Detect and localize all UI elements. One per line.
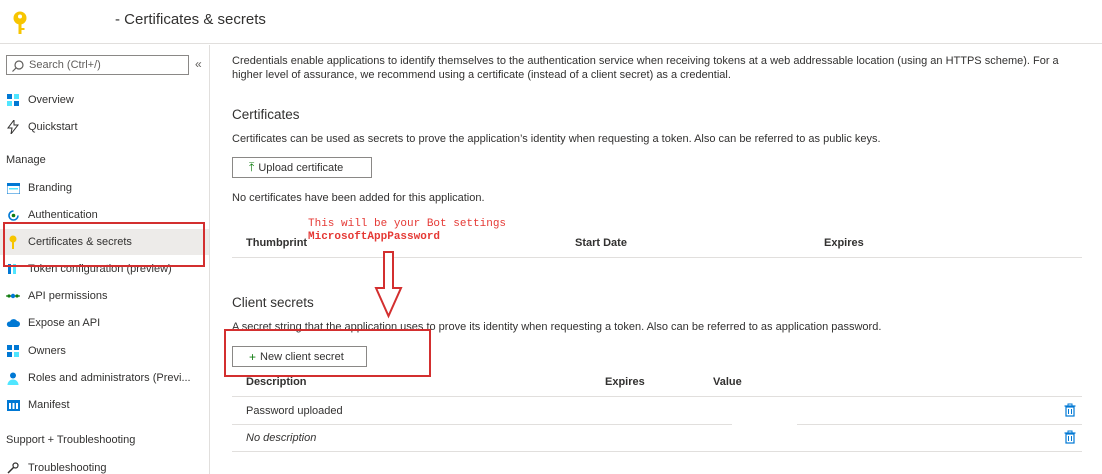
sidebar-item-label: Manifest [28,399,70,411]
certificates-empty-text: No certificates have been added for this… [232,192,485,204]
collapse-sidebar-button[interactable]: « [195,57,202,71]
certificates-heading: Certificates [232,107,300,122]
column-header-expires[interactable]: Expires [824,237,864,249]
support-section-header: Support + Troubleshooting [6,434,136,446]
manage-section-header: Manage [6,154,46,166]
annotation-line-1: This will be your Bot settings [308,218,507,230]
secret-row-description: No description [246,432,317,444]
annotation-highlight-new-secret [224,329,431,377]
annotation-arrow-icon [374,251,403,319]
certificates-description: Certificates can be used as secrets to p… [232,133,881,145]
upload-certificate-label: Upload certificate [258,161,344,174]
cloud-icon [6,316,20,330]
sidebar-item-roles-administrators[interactable]: Roles and administrators (Previ... [0,365,209,391]
wrench-icon [6,461,20,474]
secrets-table-divider [232,396,1082,397]
branding-icon [6,181,20,195]
delete-secret-icon[interactable] [1063,430,1077,444]
sidebar-item-troubleshooting[interactable]: Troubleshooting [0,455,209,474]
column-header-thumbprint[interactable]: Thumbprint [246,237,307,249]
sidebar-item-quickstart[interactable]: Quickstart [0,114,209,140]
page-header: - Certificates & secrets [0,0,1102,44]
sidebar-item-label: Branding [28,182,73,194]
column-header-start-date[interactable]: Start Date [575,237,627,249]
annotation-text: This will be your Bot settings Microsoft… [308,218,506,244]
upload-icon: ⤒ [249,160,255,174]
intro-text: Credentials enable applications to ident… [232,55,1059,81]
secret-row-divider [232,451,1082,452]
sidebar-item-label: API permissions [28,290,108,302]
client-secrets-heading: Client secrets [232,295,314,310]
secret-row-divider [232,424,732,425]
column-header-description[interactable]: Description [246,376,307,388]
sidebar-item-label: Quickstart [28,121,78,133]
sidebar-item-api-permissions[interactable]: API permissions [0,283,209,309]
sidebar-item-label: Roles and administrators (Previ... [28,372,191,384]
page-title: - Certificates & secrets [115,11,266,28]
certificates-table-divider [232,257,1082,258]
secret-row-description: Password uploaded [246,405,343,417]
lightning-icon [6,120,20,134]
column-header-expires[interactable]: Expires [605,376,645,388]
authentication-icon [6,208,20,222]
key-icon [13,11,27,34]
secret-row-divider [797,424,1082,425]
search-input[interactable] [29,58,184,72]
delete-secret-icon[interactable] [1063,403,1077,417]
sidebar-item-owners[interactable]: Owners [0,338,209,364]
sidebar-item-label: Overview [28,94,74,106]
upload-certificate-button[interactable]: ⤒ Upload certificate [232,157,372,178]
sidebar-item-overview[interactable]: Overview [0,87,209,113]
sidebar-item-expose-an-api[interactable]: Expose an API [0,310,209,336]
sidebar-item-label: Troubleshooting [28,462,107,474]
sidebar-item-label: Owners [28,345,66,357]
api-permissions-icon [6,289,20,303]
owners-icon [6,344,20,358]
grid-icon [6,93,20,107]
sidebar-item-label: Authentication [28,209,98,221]
annotation-highlight-sidebar [3,222,205,267]
search-icon [12,60,24,72]
manifest-icon [6,398,20,412]
roles-icon [6,371,20,385]
column-header-value[interactable]: Value [713,376,742,388]
sidebar-item-manifest[interactable]: Manifest [0,392,209,418]
sidebar-item-branding[interactable]: Branding [0,175,209,201]
annotation-line-2: MicrosoftAppPassword [308,231,441,243]
search-box[interactable] [6,55,189,75]
sidebar-item-label: Expose an API [28,317,101,329]
